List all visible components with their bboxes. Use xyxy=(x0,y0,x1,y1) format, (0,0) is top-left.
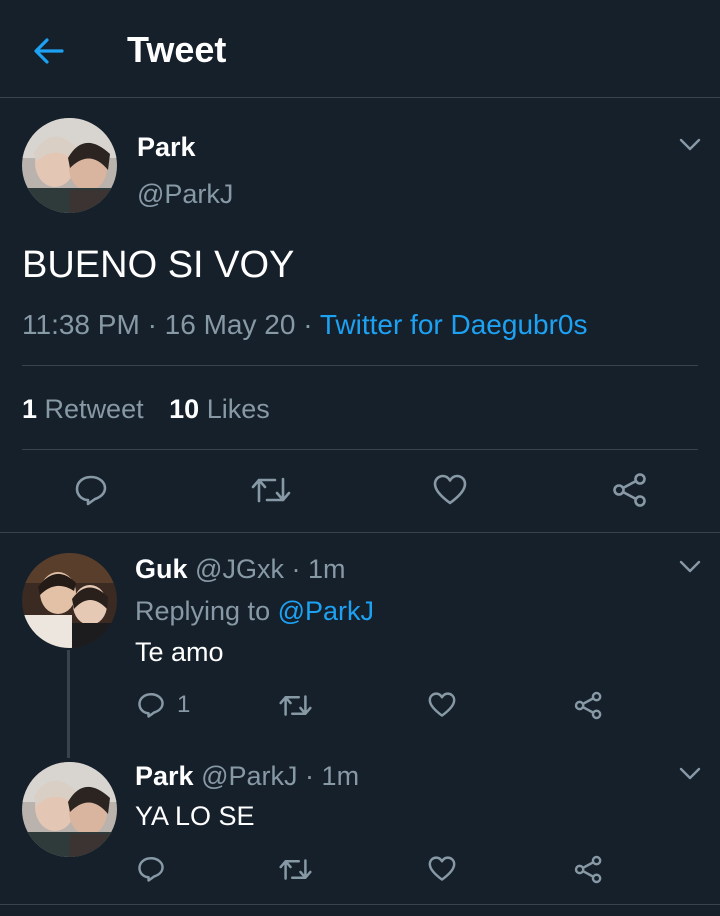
separator: · xyxy=(305,761,315,791)
author-name[interactable]: Park xyxy=(135,761,194,791)
likes-stat[interactable]: 10 Likes xyxy=(169,394,270,424)
top-bar: Tweet xyxy=(0,0,720,98)
reply-button[interactable] xyxy=(137,855,165,883)
author-handle[interactable]: @ParkJ xyxy=(137,178,233,210)
tweet-stats: 1 Retweet 10 Likes xyxy=(22,393,270,425)
divider xyxy=(22,365,698,366)
reply-icon xyxy=(75,475,107,506)
reply-count: 1 xyxy=(177,691,191,718)
separator: · xyxy=(147,309,157,340)
divider xyxy=(0,904,720,905)
reply-icon xyxy=(138,857,164,882)
reply-text: Te amo xyxy=(135,637,224,667)
divider xyxy=(0,532,720,533)
author-handle[interactable]: @JGxk xyxy=(195,554,284,584)
separator: · xyxy=(291,554,301,584)
back-arrow-icon[interactable] xyxy=(32,34,66,68)
retweets-count: 1 xyxy=(22,394,38,424)
share-icon xyxy=(574,855,602,884)
retweet-icon xyxy=(279,859,312,880)
thread-connector xyxy=(67,650,70,758)
share-icon xyxy=(613,473,646,507)
replying-to-link[interactable]: @ParkJ xyxy=(278,596,374,626)
chevron-down-icon[interactable] xyxy=(679,560,701,574)
reply-header: Park @ParkJ · 1m xyxy=(135,760,359,792)
tweet-meta: 11:38 PM · 16 May 20 · Twitter for Daegu… xyxy=(22,308,587,342)
page-title: Tweet xyxy=(127,29,227,70)
tweet-text: BUENO SI VOY xyxy=(22,244,295,286)
like-icon xyxy=(433,474,467,505)
author-name[interactable]: Park xyxy=(137,131,196,163)
like-icon xyxy=(428,856,456,881)
retweet-icon xyxy=(251,477,291,503)
like-button[interactable] xyxy=(428,856,456,882)
reply-header: Guk @JGxk · 1m xyxy=(135,553,346,585)
like-button[interactable] xyxy=(428,692,456,718)
avatar[interactable] xyxy=(22,118,117,213)
likes-label: Likes xyxy=(206,394,270,424)
separator: · xyxy=(303,309,313,340)
retweet-button[interactable] xyxy=(279,693,312,718)
retweet-button[interactable] xyxy=(279,857,312,882)
tweet-source-link[interactable]: Twitter for Daegubr0s xyxy=(320,309,588,340)
retweet-icon xyxy=(279,695,312,716)
share-button[interactable] xyxy=(574,691,603,720)
share-button[interactable] xyxy=(612,472,648,508)
share-button[interactable] xyxy=(574,855,603,884)
replying-to-label: Replying to xyxy=(135,596,271,626)
like-icon xyxy=(428,692,456,717)
tweet-time: 11:38 PM xyxy=(22,309,140,340)
likes-count: 10 xyxy=(169,394,200,424)
author-name[interactable]: Guk xyxy=(135,554,188,584)
share-icon xyxy=(574,691,602,720)
reply-button[interactable]: 1 xyxy=(137,691,190,719)
chevron-down-icon[interactable] xyxy=(679,767,701,781)
tweet-date: 16 May 20 xyxy=(164,309,296,340)
reply-button[interactable] xyxy=(74,473,108,507)
reply-text: YA LO SE xyxy=(135,801,255,831)
avatar[interactable] xyxy=(22,553,117,648)
avatar[interactable] xyxy=(22,762,117,857)
divider xyxy=(22,449,698,450)
chevron-down-icon[interactable] xyxy=(679,138,701,152)
retweet-button[interactable] xyxy=(251,475,291,505)
reply-icon xyxy=(138,693,164,718)
replying-to: Replying to @ParkJ xyxy=(135,595,374,627)
author-handle[interactable]: @ParkJ xyxy=(201,761,297,791)
retweets-stat[interactable]: 1 Retweet xyxy=(22,394,144,424)
reply-time: 1m xyxy=(321,761,360,791)
reply-time: 1m xyxy=(307,554,346,584)
like-button[interactable] xyxy=(433,474,467,506)
retweets-label: Retweet xyxy=(44,394,144,424)
